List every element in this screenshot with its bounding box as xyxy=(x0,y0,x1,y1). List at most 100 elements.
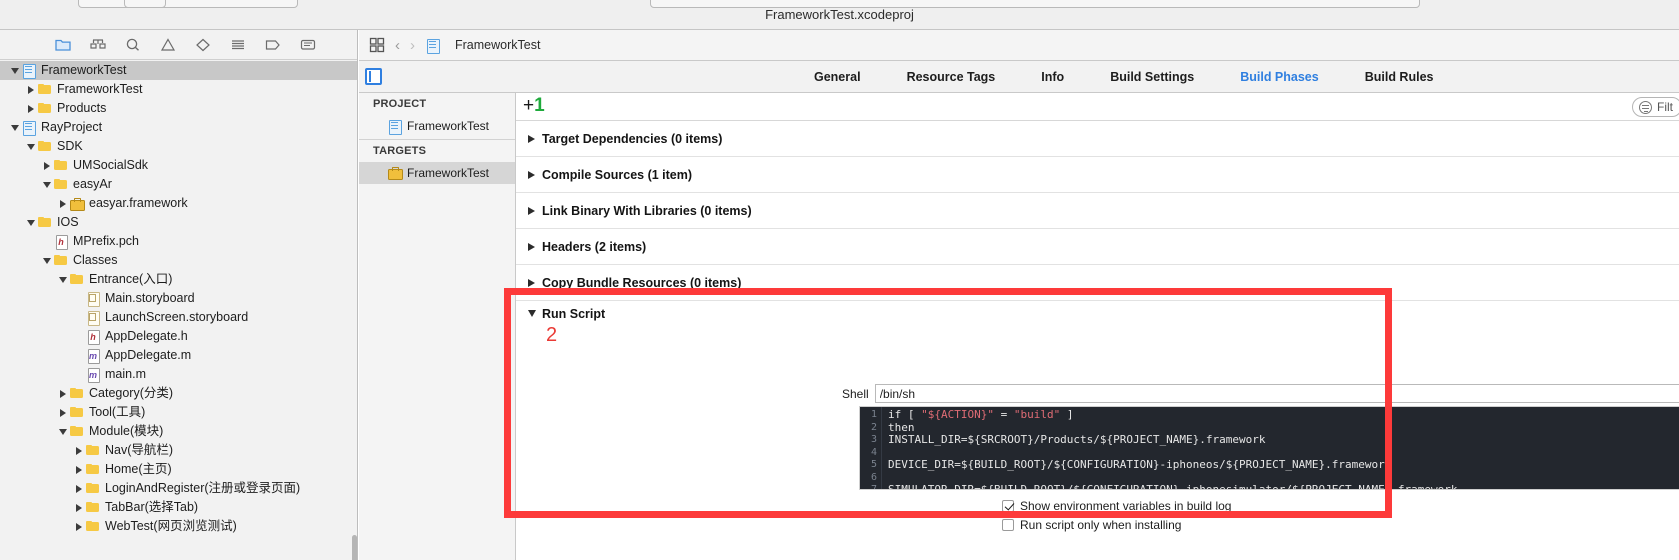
navigator-row[interactable]: Home(主页) xyxy=(0,460,357,479)
navigator-row-label: WebTest(网页浏览测试) xyxy=(105,519,237,533)
folder-icon xyxy=(37,215,53,230)
folder-icon xyxy=(37,82,53,97)
navigator-row-label: UMSocialSdk xyxy=(73,158,149,172)
jump-bar-path[interactable]: FrameworkTest xyxy=(455,38,540,52)
back-chevron-icon[interactable]: ‹ xyxy=(395,38,400,53)
folder-icon xyxy=(85,462,101,477)
disclosure-open-icon[interactable] xyxy=(58,422,69,441)
navigator-row[interactable]: m AppDelegate.m xyxy=(0,346,357,365)
search-icon[interactable] xyxy=(123,36,143,54)
navigator-row[interactable]: Category(分类) xyxy=(0,384,357,403)
test-icon[interactable] xyxy=(193,36,213,54)
chevron-right-icon[interactable] xyxy=(528,207,535,215)
build-phase-row[interactable]: Target Dependencies (0 items) xyxy=(516,121,1679,157)
folder-icon[interactable] xyxy=(53,36,73,54)
chevron-down-icon[interactable] xyxy=(528,310,536,317)
navigator-row[interactable]: WebTest(网页浏览测试) xyxy=(0,517,357,536)
disclosure-open-icon[interactable] xyxy=(10,118,21,137)
disclosure-closed-icon[interactable] xyxy=(74,517,85,536)
navigator-scrollbar[interactable] xyxy=(352,535,357,560)
debug-log-icon[interactable] xyxy=(298,36,318,54)
navigator-row[interactable]: easyAr xyxy=(0,175,357,194)
shell-input[interactable] xyxy=(874,384,1679,403)
disclosure-closed-icon[interactable] xyxy=(74,498,85,517)
project-file-icon xyxy=(425,38,441,54)
disclosure-open-icon[interactable] xyxy=(42,175,53,194)
disclosure-closed-icon[interactable] xyxy=(26,80,37,99)
target-list-item[interactable]: FrameworkTest xyxy=(359,162,515,184)
folder-icon xyxy=(85,519,101,534)
tab-general[interactable]: General xyxy=(814,70,861,84)
navigator-row[interactable]: RayProject xyxy=(0,118,357,137)
run-script-header[interactable]: Run Script xyxy=(528,301,1679,327)
navigator-row[interactable]: FrameworkTest xyxy=(0,80,357,99)
navigator-row[interactable]: Module(模块) xyxy=(0,422,357,441)
navigator-row[interactable]: UMSocialSdk xyxy=(0,156,357,175)
navigator-row[interactable]: Classes xyxy=(0,251,357,270)
navigator-row[interactable]: Tool(工具) xyxy=(0,403,357,422)
script-editor[interactable]: 1234567 if [ "${ACTION}" = "build" ] then… xyxy=(859,406,1679,490)
standard-editor-icon[interactable] xyxy=(365,68,382,85)
navigator-row[interactable]: easyar.framework xyxy=(0,194,357,213)
option-row[interactable]: Run script only when installing xyxy=(1002,515,1231,534)
build-phase-row[interactable]: Compile Sources (1 item) xyxy=(516,157,1679,193)
navigator-row[interactable]: m main.m xyxy=(0,365,357,384)
disclosure-open-icon[interactable] xyxy=(26,213,37,232)
filter-label: Filt xyxy=(1657,100,1673,114)
disclosure-open-icon[interactable] xyxy=(42,251,53,270)
build-phase-row[interactable]: Link Binary With Libraries (0 items) xyxy=(516,193,1679,229)
disclosure-open-icon[interactable] xyxy=(26,137,37,156)
checkbox[interactable] xyxy=(1002,518,1014,531)
disclosure-closed-icon[interactable] xyxy=(74,441,85,460)
breakpoint-icon[interactable] xyxy=(263,36,283,54)
tab-resource-tags[interactable]: Resource Tags xyxy=(907,70,996,84)
navigator-tree[interactable]: FrameworkTest FrameworkTest Products RayPro… xyxy=(0,61,357,560)
disclosure-closed-icon[interactable] xyxy=(58,194,69,213)
build-phase-row[interactable]: Copy Bundle Resources (0 items) xyxy=(516,265,1679,301)
navigator-row[interactable]: IOS xyxy=(0,213,357,232)
navigator-row[interactable]: Products xyxy=(0,99,357,118)
add-build-phase-button[interactable]: +1 xyxy=(523,95,545,117)
navigator-row[interactable]: Nav(导航栏) xyxy=(0,441,357,460)
navigator-row[interactable]: Main.storyboard xyxy=(0,289,357,308)
build-config-tabs[interactable]: General Resource Tags Info Build Settings Bu… xyxy=(814,61,1433,93)
navigator-row[interactable]: h MPrefix.pch xyxy=(0,232,357,251)
source-control-icon[interactable] xyxy=(88,36,108,54)
navigator-row[interactable]: LoginAndRegister(注册或登录页面) xyxy=(0,479,357,498)
chevron-right-icon[interactable] xyxy=(528,135,535,143)
script-code[interactable]: if [ "${ACTION}" = "build" ] then INSTALL_… xyxy=(882,407,1679,489)
chevron-right-icon[interactable] xyxy=(528,279,535,287)
related-items-icon[interactable] xyxy=(369,37,385,53)
navigator-row[interactable]: h AppDelegate.h xyxy=(0,327,357,346)
disclosure-closed-icon[interactable] xyxy=(74,479,85,498)
option-row[interactable]: Show environment variables in build log xyxy=(1002,496,1231,515)
navigator-row[interactable]: TabBar(选择Tab) xyxy=(0,498,357,517)
project-list-item[interactable]: FrameworkTest xyxy=(359,115,515,137)
disclosure-open-icon[interactable] xyxy=(10,61,21,80)
disclosure-closed-icon[interactable] xyxy=(58,384,69,403)
tab-build-settings[interactable]: Build Settings xyxy=(1110,70,1194,84)
folder-icon xyxy=(53,253,69,268)
navigator-row[interactable]: LaunchScreen.storyboard xyxy=(0,308,357,327)
chevron-right-icon[interactable] xyxy=(528,243,535,251)
chevron-right-icon[interactable] xyxy=(528,171,535,179)
document-title: FrameworkTest.xcodeproj xyxy=(765,7,914,22)
disclosure-closed-icon[interactable] xyxy=(42,156,53,175)
storyboard-icon xyxy=(85,310,101,326)
warning-icon[interactable] xyxy=(158,36,178,54)
navigator-row[interactable]: FrameworkTest xyxy=(0,61,357,80)
navigator-row[interactable]: SDK xyxy=(0,137,357,156)
forward-chevron-icon[interactable]: › xyxy=(410,38,415,53)
disclosure-open-icon[interactable] xyxy=(58,270,69,289)
tab-build-rules[interactable]: Build Rules xyxy=(1365,70,1434,84)
report-icon[interactable] xyxy=(228,36,248,54)
navigator-row[interactable]: Entrance(入口) xyxy=(0,270,357,289)
tab-info[interactable]: Info xyxy=(1041,70,1064,84)
build-phase-row[interactable]: Headers (2 items) xyxy=(516,229,1679,265)
checkbox[interactable] xyxy=(1002,499,1014,512)
disclosure-closed-icon[interactable] xyxy=(26,99,37,118)
disclosure-closed-icon[interactable] xyxy=(58,403,69,422)
tab-build-phases[interactable]: Build Phases xyxy=(1240,70,1319,84)
filter-button[interactable]: Filt xyxy=(1632,97,1679,117)
disclosure-closed-icon[interactable] xyxy=(74,460,85,479)
